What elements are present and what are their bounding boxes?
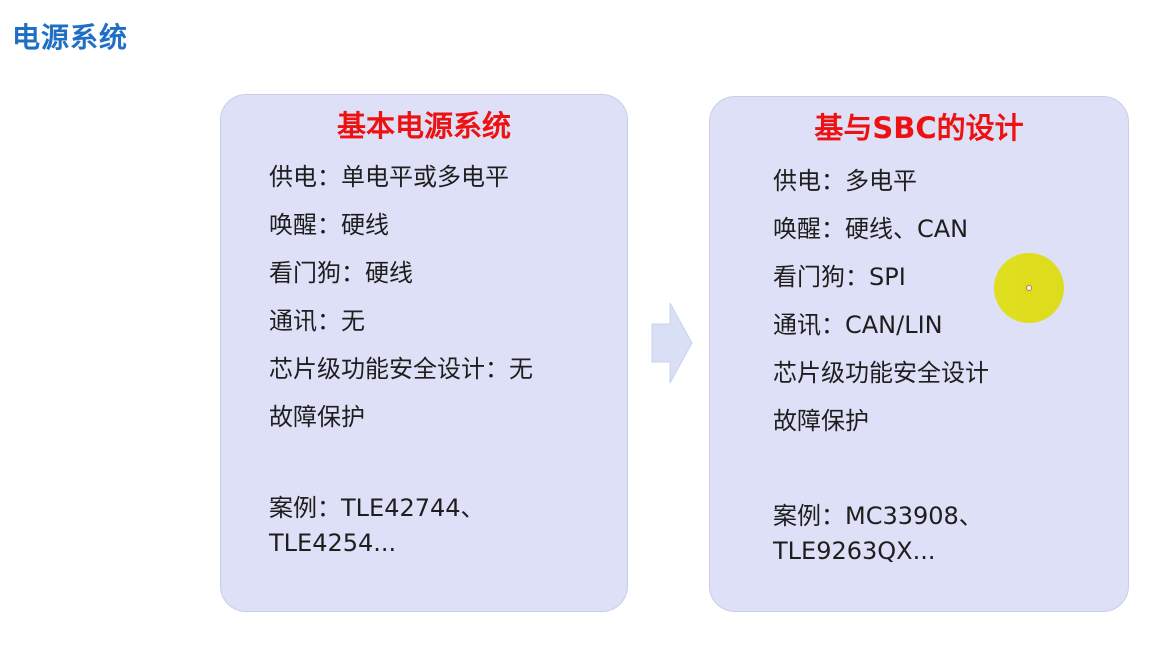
feature-item: 芯片级功能安全设计	[773, 359, 989, 387]
arrow-right-icon	[651, 302, 693, 384]
feature-item: 看门狗：SPI	[773, 263, 906, 291]
example-line: 案例：MC33908、	[773, 502, 983, 530]
feature-item: 芯片级功能安全设计：无	[269, 355, 533, 383]
feature-item: 故障保护	[773, 407, 869, 435]
basic-power-system-card: 基本电源系统 供电：单电平或多电平 唤醒：硬线 看门狗：硬线 通讯：无 芯片级功…	[220, 94, 628, 612]
feature-list: 供电：单电平或多电平 唤醒：硬线 看门狗：硬线 通讯：无 芯片级功能安全设计：无…	[269, 159, 533, 447]
sbc-design-card: 基与SBC的设计 供电：多电平 唤醒：硬线、CAN 看门狗：SPI 通讯：CAN…	[709, 96, 1129, 612]
page-title: 电源系统	[12, 21, 129, 54]
example-text: 案例：TLE42744、 TLE4254...	[269, 491, 485, 561]
feature-item: 唤醒：硬线	[269, 211, 389, 239]
feature-item: 供电：单电平或多电平	[269, 163, 509, 191]
example-text: 案例：MC33908、 TLE9263QX...	[773, 499, 983, 569]
example-line: TLE4254...	[269, 529, 397, 557]
pointer-dot	[1026, 285, 1032, 291]
feature-item: 唤醒：硬线、CAN	[773, 215, 969, 243]
example-line: 案例：TLE42744、	[269, 494, 485, 522]
feature-item: 看门狗：硬线	[269, 259, 413, 287]
card-title: 基与SBC的设计	[814, 111, 1024, 145]
feature-item: 通讯：CAN/LIN	[773, 311, 943, 339]
feature-item: 供电：多电平	[773, 167, 917, 195]
example-line: TLE9263QX...	[773, 537, 936, 565]
card-title: 基本电源系统	[336, 109, 511, 143]
feature-list: 供电：多电平 唤醒：硬线、CAN 看门狗：SPI 通讯：CAN/LIN 芯片级功…	[773, 163, 989, 451]
feature-item: 通讯：无	[269, 307, 365, 335]
laser-pointer-icon	[994, 253, 1064, 323]
feature-item: 故障保护	[269, 403, 365, 431]
